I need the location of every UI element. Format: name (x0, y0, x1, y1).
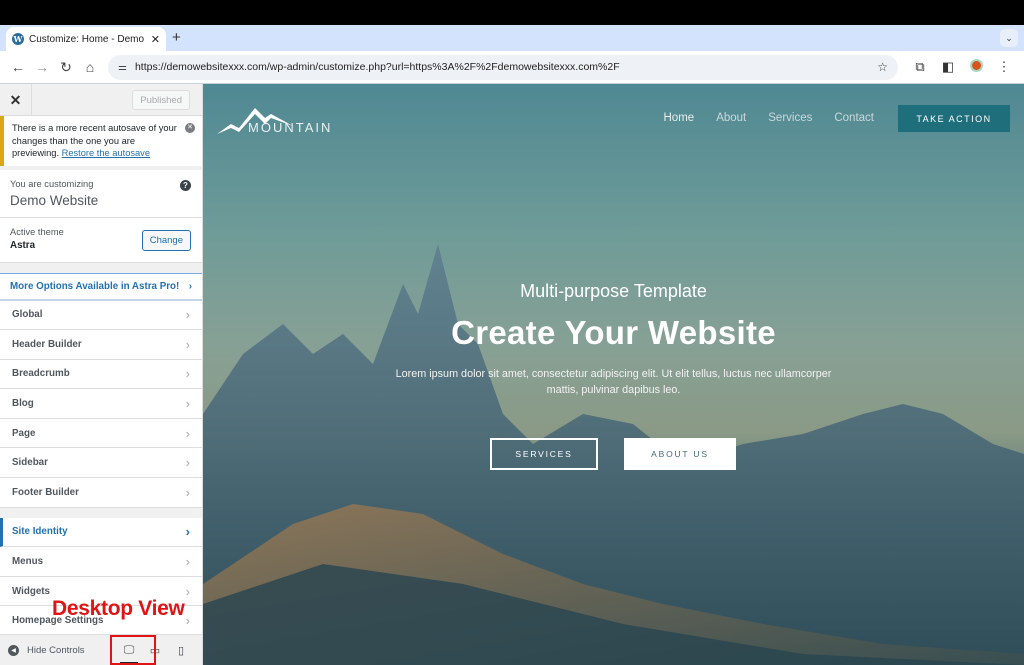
chevron-right-icon: › (185, 554, 190, 570)
new-tab-button[interactable]: + (172, 29, 181, 46)
panel-sidebar[interactable]: Sidebar › (0, 448, 202, 479)
screen-top-bar (0, 0, 1024, 25)
home-icon[interactable]: ⌂ (78, 59, 102, 75)
chevron-right-icon: › (185, 307, 190, 323)
close-tab-icon[interactable]: ✕ (151, 33, 160, 46)
panel-label: Site Identity (12, 526, 68, 538)
nav-contact[interactable]: Contact (834, 112, 874, 124)
browser-menu-icon[interactable]: ⋮ (990, 59, 1018, 75)
site-navigation: Home About Services Contact (664, 112, 875, 124)
site-preview[interactable]: MOUNTAIN Home About Services Contact TAK… (203, 84, 1024, 665)
desktop-preview-button[interactable]: 🖵 (116, 635, 142, 665)
reload-icon[interactable]: ↻ (54, 59, 78, 76)
panel-footer-builder[interactable]: Footer Builder › (0, 478, 202, 508)
panel-breadcrumb[interactable]: Breadcrumb › (0, 359, 202, 390)
chevron-right-icon: › (185, 524, 190, 540)
chevron-right-icon: › (188, 280, 192, 292)
profile-avatar[interactable] (962, 59, 990, 75)
panel-label: Header Builder (12, 338, 82, 350)
wordpress-icon: W (12, 33, 24, 45)
url-text[interactable]: https://demowebsitexxx.com/wp-admin/cust… (135, 61, 877, 73)
dismiss-notice-icon[interactable]: ✕ (185, 123, 195, 133)
url-input[interactable]: ⚌ https://demowebsitexxx.com/wp-admin/cu… (108, 54, 898, 80)
forward-icon[interactable]: → (30, 59, 54, 75)
tab-title: Customize: Home - Demo We (29, 33, 147, 45)
help-icon[interactable]: ? (180, 179, 191, 191)
tab-search-chevron-down-icon[interactable]: ⌄ (1000, 29, 1018, 47)
desktop-icon: 🖵 (123, 643, 135, 656)
panel-global[interactable]: Global › (0, 300, 202, 331)
site-name: Demo Website (10, 192, 99, 208)
customizer-footer: ◀ Hide Controls 🖵 ▭ ▯ (0, 634, 202, 665)
panel-menus[interactable]: Menus › (0, 547, 202, 577)
hero-title: Create Your Website (451, 314, 776, 351)
mobile-preview-button[interactable]: ▯ (168, 635, 194, 665)
panel-label: Menus (12, 556, 44, 568)
astra-pro-promo[interactable]: More Options Available in Astra Pro! › (0, 272, 202, 301)
panel-label: Page (12, 427, 36, 439)
site-settings-icon[interactable]: ⚌ (118, 62, 127, 73)
panel-label: Widgets (12, 585, 51, 597)
side-panel-icon[interactable]: ◧ (934, 59, 962, 75)
panel-group-theme: Global › Header Builder › Breadcrumb › Blog… (0, 300, 202, 508)
take-action-button[interactable]: TAKE ACTION (898, 105, 1010, 132)
hero-section: Multi-purpose Template Create Your Websi… (203, 281, 1024, 398)
promo-label: More Options Available in Astra Pro! (10, 280, 180, 292)
chevron-right-icon: › (185, 613, 190, 629)
browser-tab[interactable]: W Customize: Home - Demo We ✕ (6, 27, 166, 51)
logo-text: MOUNTAIN (248, 120, 333, 135)
customizing-info: You are customizing Demo Website ? (0, 169, 202, 218)
autosave-notice: There is a more recent autosave of your … (0, 116, 202, 166)
customizer-header: ✕ Published (0, 84, 202, 116)
change-theme-button[interactable]: Change (141, 229, 191, 251)
browser-tab-strip: W Customize: Home - Demo We ✕ + ⌄ (0, 25, 1024, 51)
bookmark-star-icon[interactable]: ☆ (877, 60, 888, 74)
chevron-right-icon: › (185, 396, 190, 412)
services-button[interactable]: SERVICES (490, 438, 598, 470)
hide-controls-label: Hide Controls (27, 644, 85, 656)
chevron-right-icon: › (185, 484, 190, 500)
panel-label: Footer Builder (12, 486, 79, 498)
panel-label: Global (12, 309, 43, 321)
tablet-preview-button[interactable]: ▭ (142, 635, 168, 665)
hero-subtitle: Multi-purpose Template (520, 281, 707, 301)
panel-label: Breadcrumb (12, 368, 70, 380)
panel-page[interactable]: Page › (0, 418, 202, 449)
mobile-icon: ▯ (177, 644, 185, 657)
back-icon[interactable]: ← (6, 59, 30, 75)
site-logo[interactable]: MOUNTAIN (217, 102, 330, 141)
panel-label: Sidebar (12, 457, 48, 469)
about-us-button[interactable]: ABOUT US (624, 438, 736, 470)
nav-services[interactable]: Services (768, 112, 812, 124)
panel-blog[interactable]: Blog › (0, 389, 202, 419)
chevron-right-icon: › (185, 336, 190, 352)
active-theme-panel: Active theme Astra Change (0, 217, 202, 263)
restore-autosave-link[interactable]: Restore the autosave (62, 148, 150, 158)
customizer-sidebar: ✕ Published There is a more recent autos… (0, 84, 203, 665)
chevron-right-icon: › (185, 583, 190, 599)
chevron-right-icon: › (185, 425, 190, 441)
nav-about[interactable]: About (716, 112, 746, 124)
hide-controls-button[interactable]: ◀ Hide Controls (8, 644, 116, 656)
hero-description: Lorem ipsum dolor sit amet, consectetur … (395, 368, 832, 396)
close-customizer-button[interactable]: ✕ (0, 84, 32, 116)
tablet-icon: ▭ (149, 644, 161, 657)
chevron-right-icon: › (185, 366, 190, 382)
address-bar: ← → ↻ ⌂ ⚌ https://demowebsitexxx.com/wp-… (0, 51, 1024, 84)
chevron-right-icon: › (185, 455, 190, 471)
customizing-label: You are customizing (10, 178, 94, 189)
annotation-label: Desktop View (52, 597, 185, 620)
extensions-icon[interactable]: ⧉ (906, 59, 934, 75)
panel-site-identity[interactable]: Site Identity › (0, 517, 202, 548)
panel-header-builder[interactable]: Header Builder › (0, 330, 202, 360)
panel-label: Blog (12, 398, 34, 410)
published-button[interactable]: Published (132, 90, 190, 110)
collapse-arrow-icon: ◀ (8, 644, 19, 656)
nav-home[interactable]: Home (664, 112, 695, 124)
